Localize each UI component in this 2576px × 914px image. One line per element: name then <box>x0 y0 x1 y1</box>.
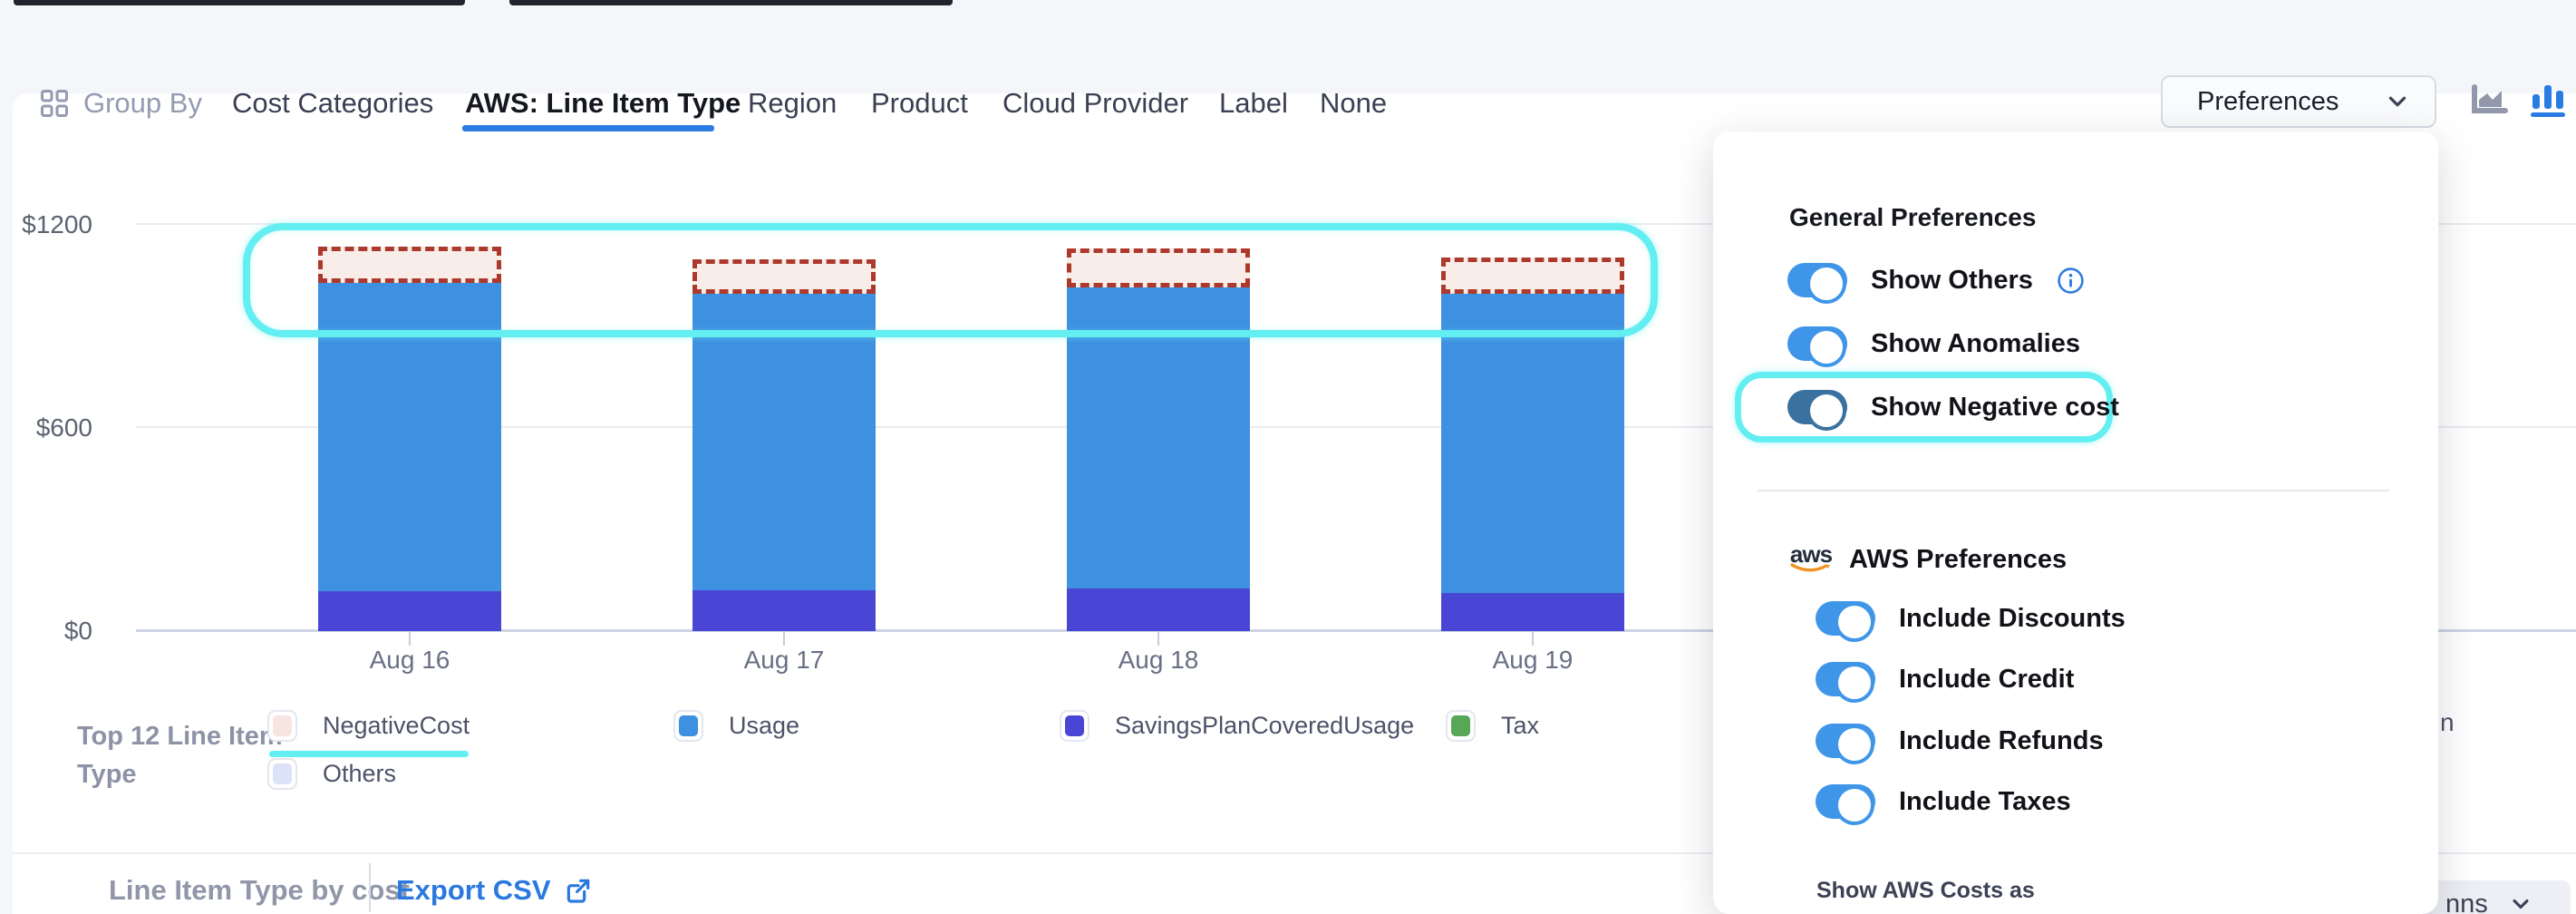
include-credit-row: Include Credit <box>1816 662 2074 696</box>
include-refunds-row: Include Refunds <box>1816 724 2104 758</box>
info-icon[interactable] <box>2057 267 2085 295</box>
tab-product[interactable]: Product <box>871 87 968 120</box>
x-axis-tick <box>1532 632 1534 646</box>
group-by-label: Group By <box>83 87 202 120</box>
aws-preferences-header: AWS Preferences <box>1849 545 2067 575</box>
group-by-label-block: Group By <box>38 87 202 120</box>
include-taxes-toggle[interactable] <box>1816 784 1875 819</box>
legend-highlight-underline <box>269 751 469 757</box>
bar-segment-usage[interactable] <box>692 294 876 590</box>
tab-cost-categories[interactable]: Cost Categories <box>232 87 433 120</box>
x-axis-label: Aug 18 <box>1067 646 1250 675</box>
aws-preferences-header-row: aws AWS Preferences <box>1789 539 2067 580</box>
show-anomalies-row: Show Anomalies <box>1787 326 2080 361</box>
export-csv-label: Export CSV <box>396 874 551 907</box>
x-axis-tick <box>1157 632 1159 646</box>
include-taxes-row: Include Taxes <box>1816 784 2071 819</box>
tab-label[interactable]: Label <box>1219 87 1288 120</box>
bar-segment-savingsplancoveredusage[interactable] <box>1441 593 1624 631</box>
general-preferences-header: General Preferences <box>1789 203 2036 232</box>
show-others-toggle[interactable] <box>1787 263 1847 297</box>
top-clipped-strip-left <box>14 0 465 5</box>
bar-segment-usage[interactable] <box>1441 294 1624 593</box>
legend-item-savingsplancoveredusage[interactable]: SavingsPlanCoveredUsage <box>1060 710 1414 742</box>
include-discounts-row: Include Discounts <box>1816 601 2126 636</box>
legend-item-label: NegativeCost <box>323 712 470 740</box>
y-axis-label: $600 <box>0 413 92 442</box>
legend-title: Top 12 Line Item Type <box>77 717 283 793</box>
bar-segment-savingsplancoveredusage[interactable] <box>692 590 876 631</box>
include-discounts-toggle[interactable] <box>1816 601 1875 636</box>
usage-swatch <box>673 710 703 742</box>
tab-aws-line-item-type[interactable]: AWS: Line Item Type <box>465 87 741 120</box>
panel-divider <box>1758 490 2389 491</box>
others-swatch <box>267 758 297 790</box>
legend-item-label: Tax <box>1501 712 1539 740</box>
x-axis-label: Aug 16 <box>318 646 501 675</box>
negative-cost-highlight-outline <box>243 223 1658 337</box>
legend-item-others[interactable]: Others <box>267 758 396 790</box>
chart-type-toggle <box>2469 82 2569 118</box>
tab-cloud-provider[interactable]: Cloud Provider <box>1002 87 1188 120</box>
columns-button-label: nns <box>2445 890 2488 914</box>
show-negative-cost-row: Show Negative cost <box>1787 390 2119 424</box>
tab-region[interactable]: Region <box>748 87 837 120</box>
legend-item-label: Others <box>323 760 396 788</box>
include-credit-label: Include Credit <box>1899 665 2074 695</box>
cost-dashboard: { "toolbar": { "group_by_label": "Group … <box>0 0 2576 914</box>
preferences-button[interactable]: Preferences <box>2161 75 2436 128</box>
top-clipped-strip-right <box>509 0 953 5</box>
legend-item-label: SavingsPlanCoveredUsage <box>1115 712 1414 740</box>
include-discounts-label: Include Discounts <box>1899 604 2126 634</box>
aws-logo-icon: aws <box>1789 545 1833 574</box>
show-negative-cost-toggle[interactable] <box>1787 390 1847 424</box>
x-axis-tick <box>783 632 785 646</box>
external-link-icon <box>564 876 593 905</box>
show-anomalies-toggle[interactable] <box>1787 326 1847 361</box>
legend-item-label: Usage <box>729 712 799 740</box>
show-aws-costs-as-label: Show AWS Costs as <box>1816 878 2035 904</box>
bottom-section-title: Line Item Type by cost <box>109 874 410 907</box>
legend-item-negativecost[interactable]: NegativeCost <box>267 710 470 742</box>
legend-item-tax[interactable]: Tax <box>1446 710 1539 742</box>
savingsplan-swatch <box>1060 710 1089 742</box>
show-negative-cost-label: Show Negative cost <box>1871 393 2119 423</box>
include-credit-toggle[interactable] <box>1816 662 1875 696</box>
negativecost-swatch <box>267 710 297 742</box>
tab-none[interactable]: None <box>1320 87 1387 120</box>
show-others-label: Show Others <box>1871 266 2033 296</box>
tax-swatch <box>1446 710 1476 742</box>
x-axis-label: Aug 19 <box>1441 646 1624 675</box>
x-axis-tick <box>409 632 411 646</box>
bar-chart-icon-selected[interactable] <box>2527 82 2569 118</box>
include-refunds-toggle[interactable] <box>1816 724 1875 758</box>
preferences-button-label: Preferences <box>2197 87 2339 117</box>
show-others-row: Show Others <box>1787 263 2085 297</box>
chevron-down-icon <box>2508 891 2533 914</box>
active-tab-underline <box>462 125 714 131</box>
export-csv-link[interactable]: Export CSV <box>396 874 593 907</box>
vertical-divider <box>369 863 371 912</box>
y-axis-label: $0 <box>0 617 92 646</box>
include-refunds-label: Include Refunds <box>1899 726 2104 756</box>
show-anomalies-label: Show Anomalies <box>1871 329 2080 359</box>
bar-segment-savingsplancoveredusage[interactable] <box>1067 588 1250 631</box>
y-axis-label: $1200 <box>0 210 92 239</box>
area-chart-icon[interactable] <box>2469 82 2511 118</box>
bar-segment-savingsplancoveredusage[interactable] <box>318 591 501 631</box>
legend-item-usage[interactable]: Usage <box>673 710 799 742</box>
grid-icon <box>38 87 71 120</box>
include-taxes-label: Include Taxes <box>1899 787 2071 817</box>
chevron-down-icon <box>2384 88 2411 115</box>
legend-item-clipped-by-panel: n <box>2440 708 2455 737</box>
x-axis-label: Aug 17 <box>692 646 876 675</box>
